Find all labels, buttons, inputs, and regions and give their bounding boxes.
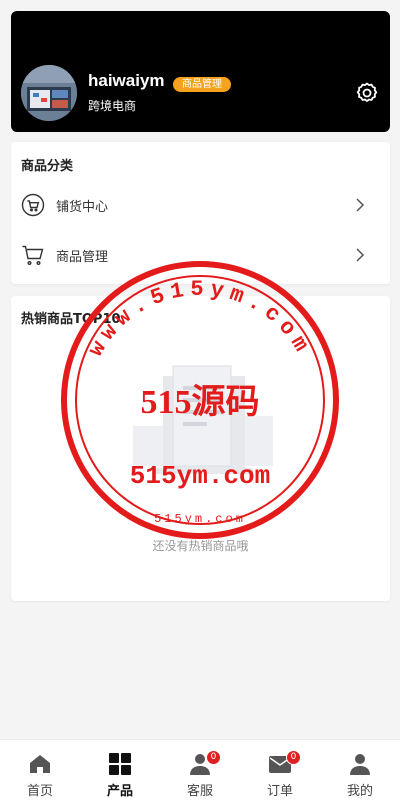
- settings-button[interactable]: [355, 81, 379, 105]
- chevron-right-icon: [356, 248, 365, 262]
- cart-circle-icon: [21, 193, 45, 217]
- chevron-right-icon: [356, 198, 365, 212]
- category-title: 商品分类: [21, 159, 74, 174]
- tab-label: 我的: [346, 784, 373, 799]
- menu-item-product-management[interactable]: 商品管理: [11, 232, 390, 278]
- tab-home[interactable]: 首页: [0, 740, 80, 801]
- avatar[interactable]: [21, 65, 77, 121]
- unread-badge: 0: [206, 750, 221, 765]
- tab-mine[interactable]: 我的: [320, 740, 400, 801]
- grid-icon: [109, 753, 131, 775]
- tab-label: 订单: [266, 784, 293, 799]
- empty-state-text: 还没有热销商品哦: [152, 539, 249, 553]
- top-sellers-card: 热销商品TOP10 还没有热销商品哦: [11, 296, 390, 601]
- menu-item-label: 商品管理: [56, 250, 109, 265]
- tab-label: 客服: [186, 784, 213, 799]
- cart-icon: [22, 245, 44, 266]
- category-card: 商品分类 铺货中心 商品管理: [11, 142, 390, 284]
- shop-name: 跨境电商: [88, 99, 137, 113]
- menu-item-distribution-center[interactable]: 铺货中心: [11, 182, 390, 228]
- profile-header: haiwaiym 商品管理 跨境电商: [11, 11, 390, 132]
- gear-icon: [356, 82, 378, 102]
- tab-label: 首页: [26, 784, 53, 799]
- tab-label: 产品: [106, 784, 133, 799]
- home-icon: [30, 755, 50, 773]
- menu-item-label: 铺货中心: [56, 200, 109, 215]
- tab-customer-service[interactable]: 0 客服: [160, 740, 240, 801]
- tab-orders[interactable]: 0 订单: [240, 740, 320, 801]
- empty-box-icon: [133, 365, 273, 474]
- tab-products[interactable]: 产品: [80, 740, 160, 801]
- unread-badge: 0: [286, 750, 301, 765]
- role-badge: 商品管理: [173, 77, 231, 92]
- top-sellers-title: 热销商品TOP10: [21, 312, 121, 327]
- bottom-tab-bar: 首页 产品 0 客服 0 订单 我的: [0, 739, 400, 801]
- username: haiwaiym: [88, 71, 165, 90]
- user-icon: [350, 754, 370, 775]
